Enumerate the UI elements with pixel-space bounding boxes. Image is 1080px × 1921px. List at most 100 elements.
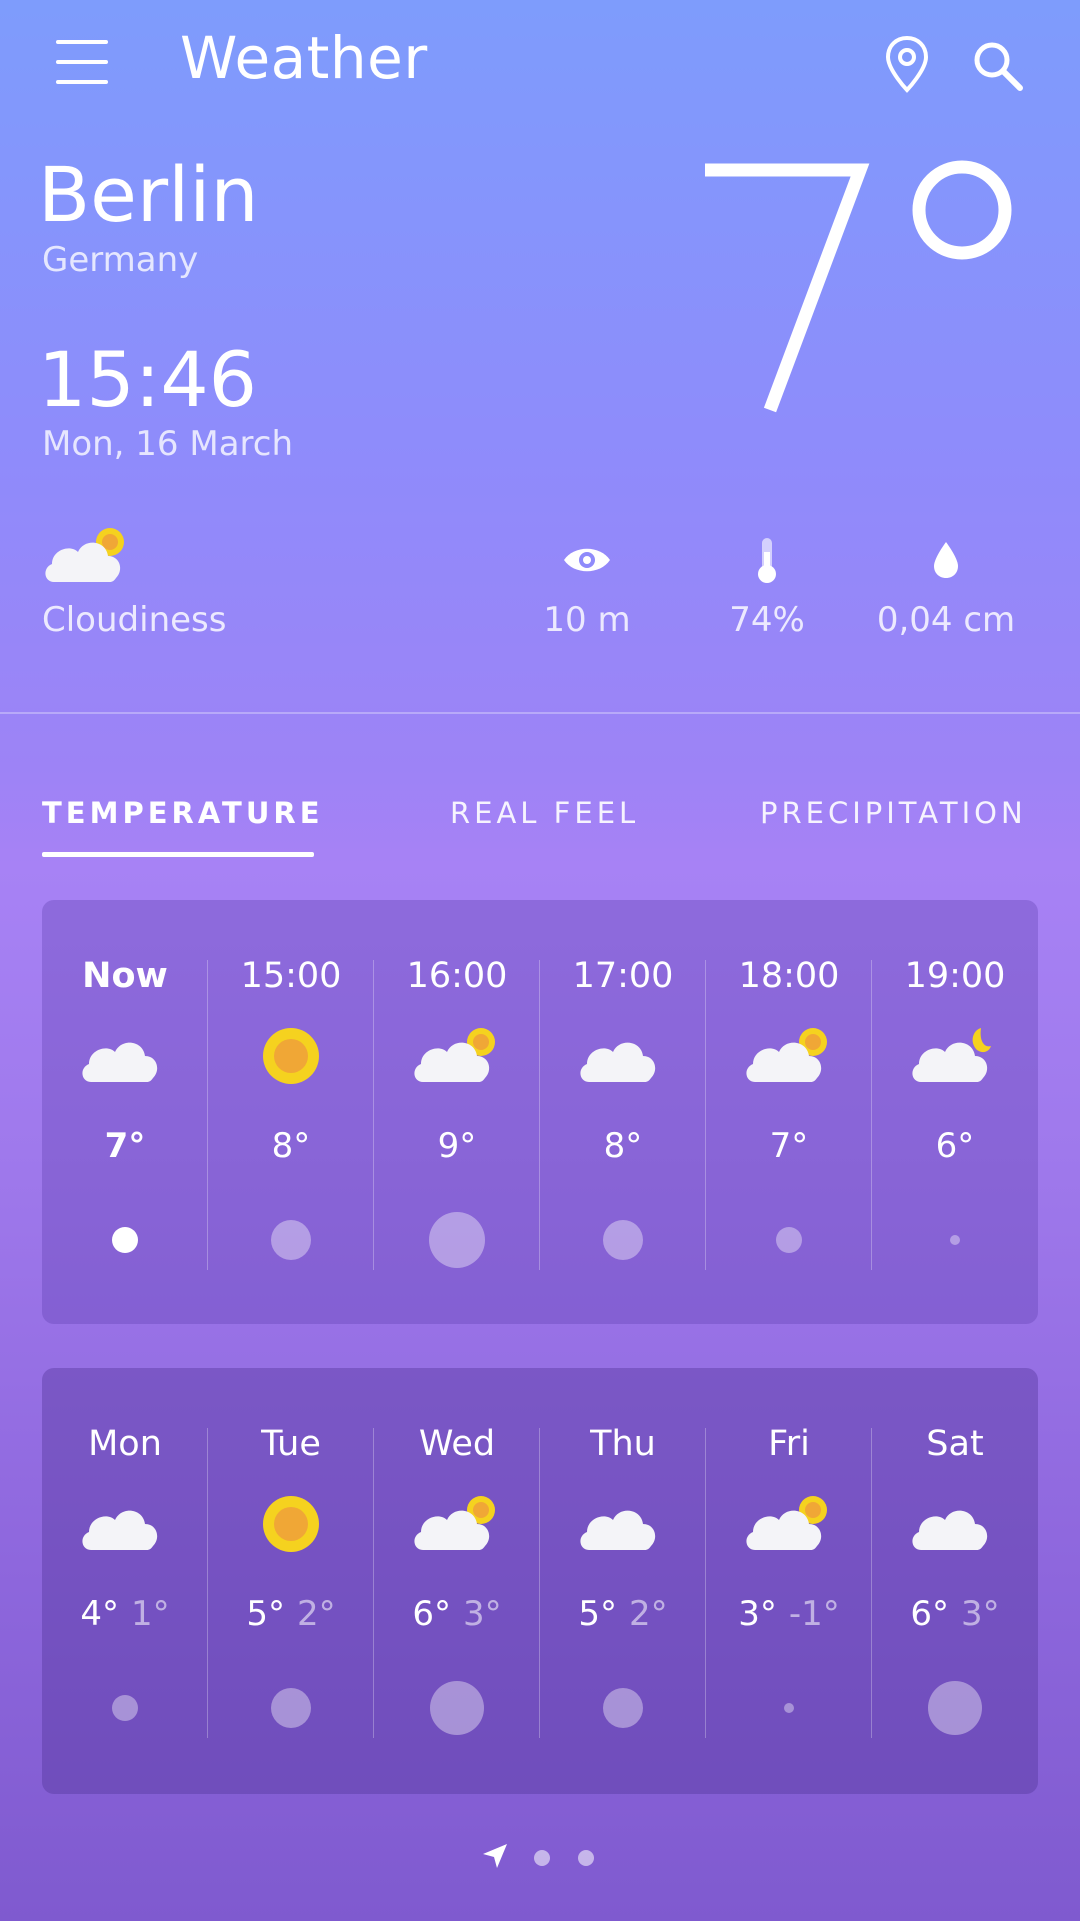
daily-forecast-card: Mon 4° 1° Tue 5° 2° Wed 6° 3° Thu 5° 2° Fri … <box>42 1368 1038 1794</box>
humidity-value: 74% <box>729 600 805 640</box>
partly-cloudy-icon <box>746 1028 827 1082</box>
hour-label: 19:00 <box>904 956 1006 996</box>
high-temp: 5° <box>246 1594 285 1634</box>
day-temperature-range: 5° 2° <box>540 1594 706 1634</box>
precipitation-dot <box>112 1227 138 1253</box>
hour-temperature: 8° <box>603 1126 643 1166</box>
tab-temperature[interactable]: TEMPERATURE <box>42 796 324 830</box>
hourly-forecast-card: Now 7° 15:00 8° 16:00 9° 17:00 8° 18:00 … <box>42 900 1038 1324</box>
hour-temperature: 6° <box>935 1126 975 1166</box>
precipitation-value: 0,04 cm <box>876 600 1016 640</box>
page-dot[interactable] <box>578 1850 594 1866</box>
page-dot[interactable] <box>534 1850 550 1866</box>
hourly-item[interactable]: 17:00 8° <box>540 900 706 1324</box>
eye-icon <box>564 548 610 572</box>
hourly-item[interactable]: 16:00 9° <box>374 900 540 1324</box>
precipitation-dot <box>928 1681 982 1735</box>
precipitation-dot <box>950 1235 960 1245</box>
search-icon <box>974 42 1023 91</box>
cloud-icon <box>912 1510 988 1550</box>
precipitation-dot <box>429 1212 485 1268</box>
condition-label: Cloudiness <box>42 600 227 640</box>
tab-precipitation[interactable]: PRECIPITATION <box>760 796 1027 830</box>
day-temperature-range: 6° 3° <box>374 1594 540 1634</box>
thermometer-icon <box>758 538 776 583</box>
sun-icon <box>263 1496 319 1552</box>
precipitation-dot <box>603 1220 643 1260</box>
hour-temperature: 7° <box>769 1126 809 1166</box>
hour-temperature: 7° <box>104 1126 146 1166</box>
current-temperature: 7° <box>705 160 1012 413</box>
high-temp: 4° <box>80 1594 119 1634</box>
hour-label: 16:00 <box>406 956 508 996</box>
high-temp: 5° <box>578 1594 617 1634</box>
divider <box>0 712 1080 714</box>
cloud-moon-icon <box>912 1028 991 1082</box>
precipitation-dot <box>430 1681 484 1735</box>
cloud-icon <box>82 1510 158 1550</box>
day-temperature-range: 4° 1° <box>42 1594 208 1634</box>
humidity-stat: 74% <box>667 530 867 640</box>
location-button[interactable] <box>882 34 932 94</box>
cloud-icon <box>82 1042 158 1082</box>
cloud-icon <box>580 1510 656 1550</box>
hour-temperature: 9° <box>437 1126 477 1166</box>
app-title: Weather <box>180 24 428 92</box>
hourly-item[interactable]: Now 7° <box>42 900 208 1324</box>
hourly-item[interactable]: 18:00 7° <box>706 900 872 1324</box>
high-temp: 3° <box>738 1594 777 1634</box>
partly-cloudy-icon <box>414 1028 495 1082</box>
search-button[interactable] <box>970 38 1026 94</box>
hour-label: 15:00 <box>240 956 342 996</box>
navigation-arrow-icon[interactable] <box>481 1842 509 1870</box>
active-tab-indicator <box>42 852 314 857</box>
hour-label: 18:00 <box>738 956 840 996</box>
daily-item[interactable]: Thu 5° 2° <box>540 1368 706 1794</box>
low-temp: 2° <box>297 1594 336 1634</box>
partly-cloudy-icon <box>746 1496 827 1550</box>
hour-temperature: 8° <box>271 1126 311 1166</box>
high-temp: 6° <box>412 1594 451 1634</box>
page-indicator <box>0 1842 1080 1872</box>
hourly-item[interactable]: 15:00 8° <box>208 900 374 1324</box>
precipitation-dot <box>112 1695 138 1721</box>
day-label: Thu <box>590 1424 656 1464</box>
daily-item[interactable]: Fri 3° -1° <box>706 1368 872 1794</box>
precipitation-dot <box>603 1688 643 1728</box>
day-label: Mon <box>88 1424 162 1464</box>
hour-label: Now <box>82 956 168 996</box>
current-time: 15:46 <box>38 335 258 424</box>
visibility-value: 10 m <box>543 600 631 640</box>
precipitation-dot <box>784 1703 794 1713</box>
daily-item[interactable]: Tue 5° 2° <box>208 1368 374 1794</box>
daily-item[interactable]: Wed 6° 3° <box>374 1368 540 1794</box>
high-temp: 6° <box>910 1594 949 1634</box>
day-label: Wed <box>418 1424 496 1464</box>
daily-item[interactable]: Sat 6° 3° <box>872 1368 1038 1794</box>
day-label: Sat <box>926 1424 984 1464</box>
precipitation-dot <box>776 1227 802 1253</box>
day-temperature-range: 3° -1° <box>706 1594 872 1634</box>
partly-cloudy-icon <box>45 528 124 582</box>
low-temp: 2° <box>629 1594 668 1634</box>
menu-button[interactable] <box>56 40 110 84</box>
daily-item[interactable]: Mon 4° 1° <box>42 1368 208 1794</box>
low-temp: 3° <box>961 1594 1000 1634</box>
day-label: Fri <box>768 1424 810 1464</box>
precipitation-dot <box>271 1220 311 1260</box>
precipitation-dot <box>271 1688 311 1728</box>
day-label: Tue <box>261 1424 321 1464</box>
sun-icon <box>263 1028 319 1084</box>
current-date: Mon, 16 March <box>42 424 294 464</box>
hourly-item[interactable]: 19:00 6° <box>872 900 1038 1324</box>
map-pin-icon <box>885 35 929 93</box>
low-temp: -1° <box>788 1594 840 1634</box>
hour-label: 17:00 <box>572 956 674 996</box>
partly-cloudy-icon <box>414 1496 495 1550</box>
precipitation-stat: 0,04 cm <box>846 530 1046 640</box>
country-name: Germany <box>42 240 199 280</box>
cloud-icon <box>580 1042 656 1082</box>
tab-real-feel[interactable]: REAL FEEL <box>450 796 639 830</box>
low-temp: 3° <box>463 1594 502 1634</box>
visibility-stat: 10 m <box>487 530 687 640</box>
